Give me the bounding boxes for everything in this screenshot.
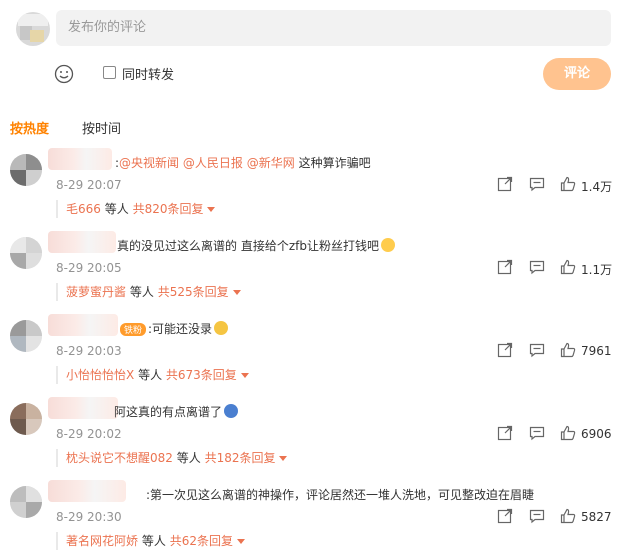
commenter-name[interactable] [48, 397, 118, 419]
commenter-avatar[interactable] [10, 320, 42, 352]
comment-text: 阿这真的有点离谱了 [114, 403, 239, 420]
comment-item: 铁粉:可能还没录 8-29 20:03 7961 小怡怡怡怡X 等人 共673条… [0, 314, 620, 400]
comment-text: :@央视新闻 @人民日报 @新华网 这种算诈骗吧 [115, 156, 371, 170]
mention-link[interactable]: @央视新闻 [119, 156, 179, 170]
reply-summary[interactable]: 菠萝蜜丹酱 等人 共525条回复 [56, 283, 241, 301]
like-count: 1.4万 [581, 180, 613, 194]
reply-summary[interactable]: 著名网花阿娇 等人 共62条回复 [56, 532, 245, 550]
commenter-name[interactable] [48, 148, 112, 170]
share-icon[interactable] [497, 508, 513, 524]
submit-comment-button[interactable]: 评论 [543, 58, 611, 90]
emoji-sticker [224, 404, 239, 418]
like-icon[interactable] [560, 508, 576, 524]
emoji-sticker [214, 321, 229, 335]
like-icon[interactable] [560, 342, 576, 358]
commenter-avatar[interactable] [10, 403, 42, 435]
commenter-avatar[interactable] [10, 237, 42, 269]
share-icon[interactable] [497, 425, 513, 441]
share-icon[interactable] [497, 342, 513, 358]
commenter-avatar[interactable] [10, 154, 42, 186]
comment-icon[interactable] [529, 176, 545, 192]
like-icon[interactable] [560, 176, 576, 192]
like-icon[interactable] [560, 259, 576, 275]
comment-time: 8-29 20:03 [56, 344, 122, 358]
repost-label[interactable]: 同时转发 [122, 64, 174, 83]
commenter-avatar[interactable] [10, 486, 42, 518]
comment-item: 真的没见过这么离谱的 直接给个zfb让粉丝打钱吧 8-29 20:05 1.1万… [0, 231, 620, 317]
comment-time: 8-29 20:30 [56, 510, 122, 524]
comment-time: 8-29 20:07 [56, 178, 122, 192]
composer-avatar [16, 12, 50, 46]
comment-item: :第一次见这么离谱的神操作，评论居然还一堆人洗地，可见整改迫在眉睫 8-29 2… [0, 480, 620, 555]
comment-text: :第一次见这么离谱的神操作，评论居然还一堆人洗地，可见整改迫在眉睫 [146, 488, 535, 502]
comment-text: 铁粉:可能还没录 [120, 320, 229, 337]
reply-summary[interactable]: 毛666 等人 共820条回复 [56, 200, 216, 218]
commenter-name[interactable] [48, 314, 118, 336]
repost-checkbox[interactable] [103, 66, 116, 79]
comment-icon[interactable] [529, 342, 545, 358]
reply-summary[interactable]: 小怡怡怡怡X 等人 共673条回复 [56, 366, 249, 384]
commenter-name[interactable] [48, 231, 116, 253]
mention-link[interactable]: @新华网 [247, 156, 295, 170]
chevron-down-icon [236, 539, 245, 544]
comment-item: 阿这真的有点离谱了 8-29 20:02 6906 枕头说它不想醒082 等人 … [0, 397, 620, 483]
emoji-sticker [380, 238, 395, 252]
reply-summary[interactable]: 枕头说它不想醒082 等人 共182条回复 [56, 449, 288, 467]
like-count: 6906 [581, 427, 612, 441]
like-count: 5827 [581, 510, 612, 524]
share-icon[interactable] [497, 259, 513, 275]
emoji-icon[interactable] [54, 64, 74, 84]
sort-by-hot-tab[interactable]: 按热度 [10, 118, 49, 137]
like-count: 1.1万 [581, 263, 613, 277]
comment-icon[interactable] [529, 425, 545, 441]
fan-badge: 铁粉 [120, 323, 147, 336]
mention-link[interactable]: @人民日报 [183, 156, 243, 170]
chevron-down-icon [240, 373, 249, 378]
chevron-down-icon [207, 207, 216, 212]
sort-by-time-tab[interactable]: 按时间 [82, 118, 121, 137]
comment-time: 8-29 20:02 [56, 427, 122, 441]
like-icon[interactable] [560, 425, 576, 441]
comment-item: :@央视新闻 @人民日报 @新华网 这种算诈骗吧 8-29 20:07 1.4万… [0, 148, 620, 234]
commenter-name[interactable] [48, 480, 126, 502]
share-icon[interactable] [497, 176, 513, 192]
comment-icon[interactable] [529, 508, 545, 524]
comment-time: 8-29 20:05 [56, 261, 122, 275]
comment-text: 真的没见过这么离谱的 直接给个zfb让粉丝打钱吧 [117, 237, 395, 254]
chevron-down-icon [232, 290, 241, 295]
chevron-down-icon [279, 456, 288, 461]
comment-icon[interactable] [529, 259, 545, 275]
comment-input[interactable]: 发布你的评论 [56, 10, 611, 46]
like-count: 7961 [581, 344, 612, 358]
